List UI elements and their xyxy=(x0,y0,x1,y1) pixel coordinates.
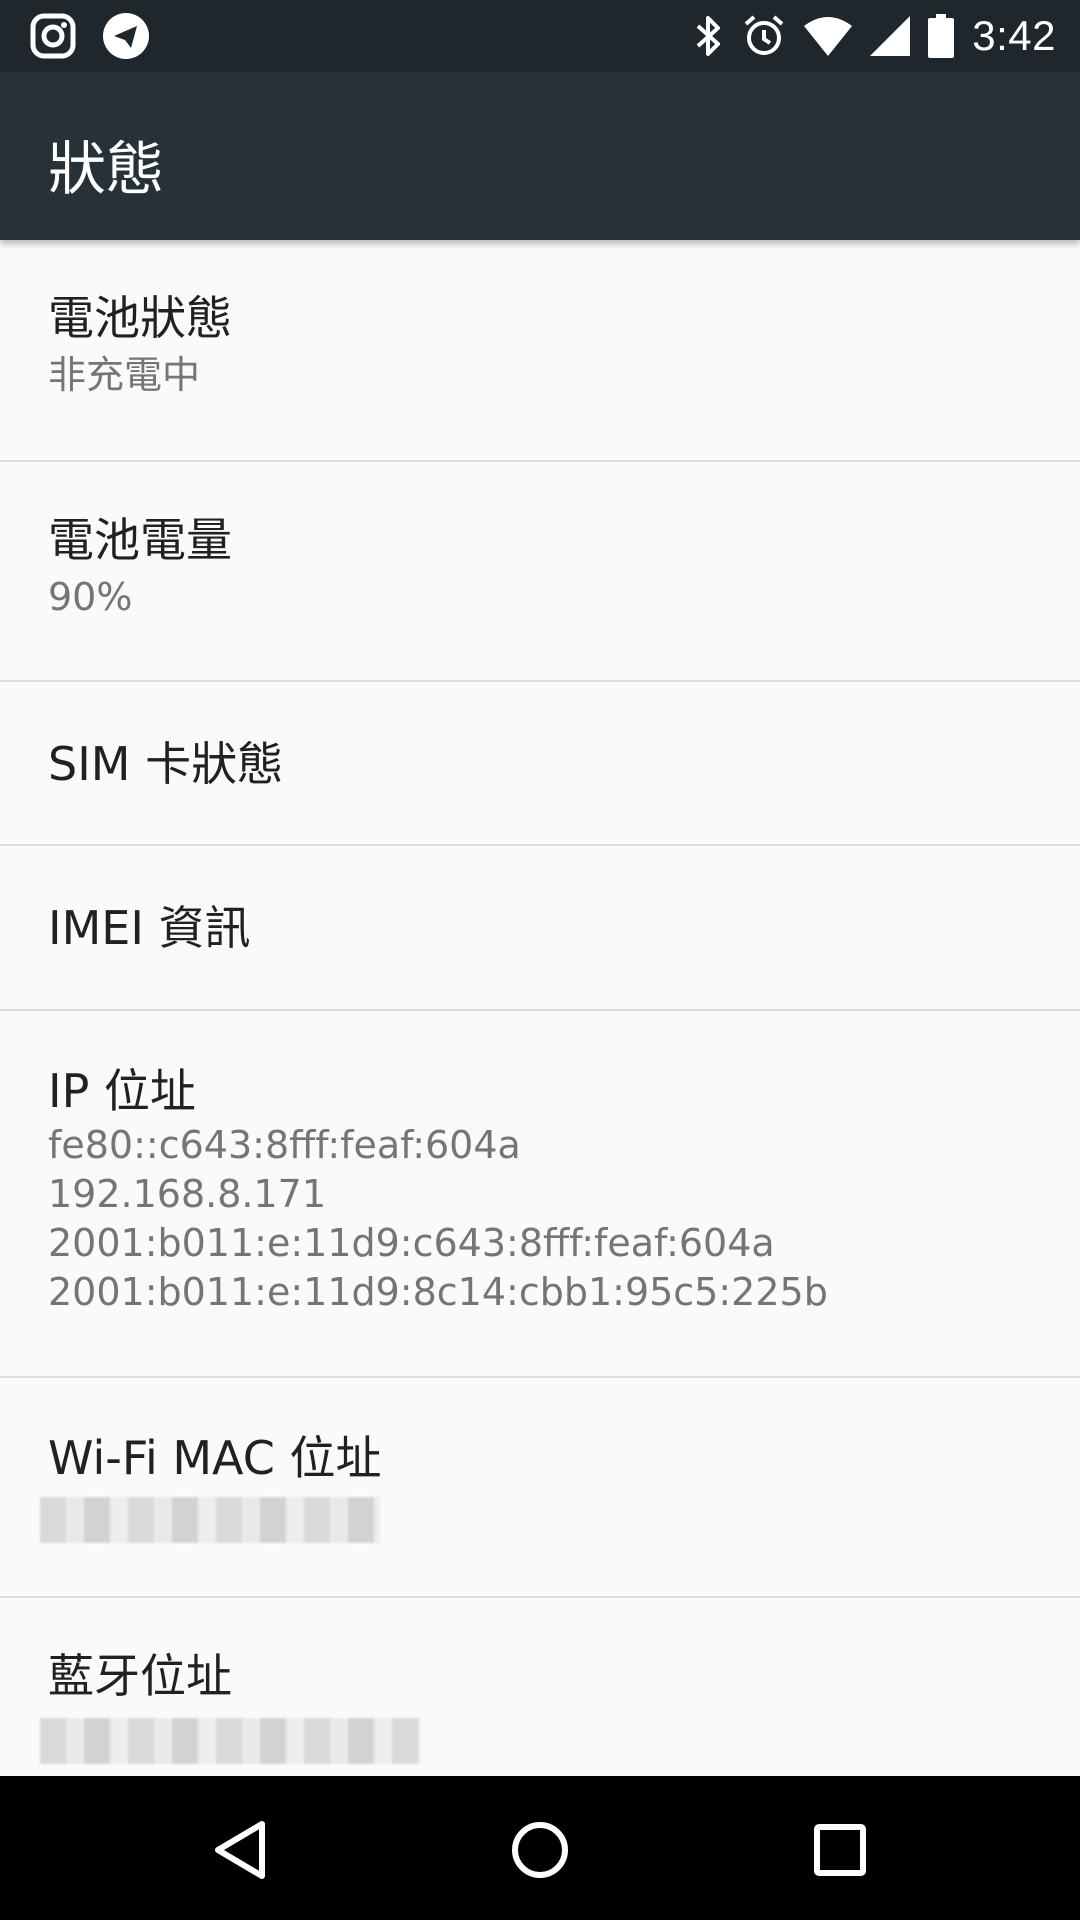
cell-signal-icon xyxy=(870,16,911,56)
item-title: 藍牙位址 xyxy=(48,1649,232,1703)
item-title: Wi-Fi MAC 位址 xyxy=(48,1431,382,1485)
item-title: 電池狀態 xyxy=(48,291,232,345)
item-title: SIM 卡狀態 xyxy=(48,737,284,791)
item-title: 電池電量 xyxy=(48,513,232,567)
home-button[interactable] xyxy=(500,1812,580,1892)
notification-icons xyxy=(30,12,150,60)
list-item-sim-status[interactable]: SIM 卡狀態 xyxy=(0,682,1080,846)
list-item-ip-address[interactable]: IP 位址 fe80::c643:8fff:feaf:604a 192.168.… xyxy=(0,1011,1080,1378)
app-bar: 狀態 xyxy=(0,72,1080,240)
ip-address-line: 2001:b011:e:11d9:8c14:cbb1:95c5:225b xyxy=(48,1270,828,1314)
status-bar: 3:42 xyxy=(0,0,1080,72)
back-icon xyxy=(212,1820,268,1884)
page-title: 狀態 xyxy=(48,135,165,203)
list-item-battery-status[interactable]: 電池狀態 非充電中 xyxy=(0,240,1080,462)
list-item-wifi-mac[interactable]: Wi-Fi MAC 位址 xyxy=(0,1378,1080,1598)
instagram-icon xyxy=(30,13,76,59)
list-item-imei-info[interactable]: IMEI 資訊 xyxy=(0,846,1080,1011)
item-summary: 非充電中 xyxy=(48,353,201,397)
list-item-battery-level[interactable]: 電池電量 90% xyxy=(0,462,1080,682)
status-list: 電池狀態 非充電中 電池電量 90% SIM 卡狀態 IMEI 資訊 IP 位址… xyxy=(0,240,1080,1776)
ip-address-line: fe80::c643:8fff:feaf:604a xyxy=(48,1123,521,1167)
battery-icon xyxy=(928,14,955,58)
item-title: IP 位址 xyxy=(48,1064,196,1118)
recents-button[interactable] xyxy=(800,1812,880,1892)
redacted-value xyxy=(40,1497,380,1543)
redacted-value xyxy=(40,1718,420,1764)
clock-time: 3:42 xyxy=(972,12,1056,59)
alarm-icon xyxy=(742,14,786,58)
telegram-icon xyxy=(102,12,150,60)
recents-icon xyxy=(812,1822,868,1882)
ip-address-line: 192.168.8.171 xyxy=(48,1172,327,1216)
ip-address-line: 2001:b011:e:11d9:c643:8fff:feaf:604a xyxy=(48,1221,775,1265)
bluetooth-icon xyxy=(694,14,724,58)
back-button[interactable] xyxy=(200,1812,280,1892)
system-icons: 3:42 xyxy=(694,10,1056,62)
home-icon xyxy=(510,1820,570,1884)
item-summary: 90% xyxy=(48,575,133,619)
list-item-bluetooth-address[interactable]: 藍牙位址 xyxy=(0,1598,1080,1776)
wifi-icon xyxy=(804,16,853,56)
item-title: IMEI 資訊 xyxy=(48,901,251,955)
navigation-bar xyxy=(0,1776,1080,1920)
